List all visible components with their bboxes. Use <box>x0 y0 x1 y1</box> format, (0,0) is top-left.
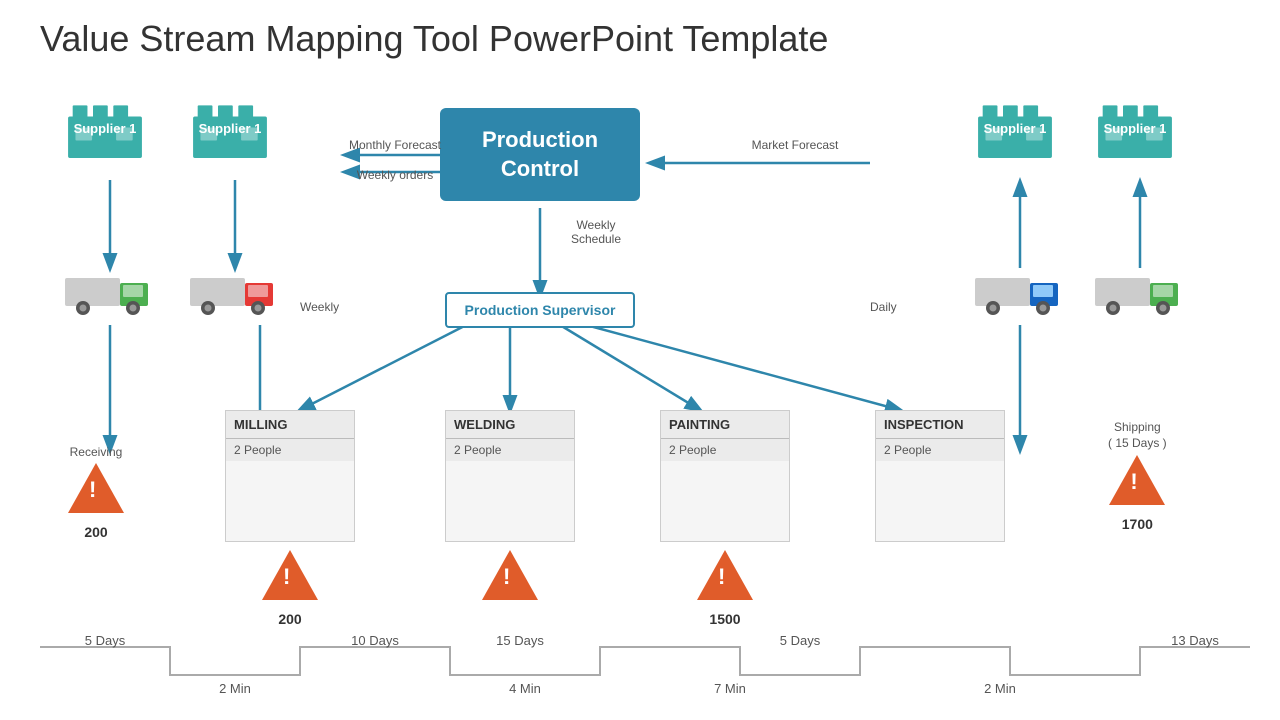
painting-people: 2 People <box>661 439 789 461</box>
timeline-mins-2: 7 Min <box>714 681 746 696</box>
timeline-days-1: 10 Days <box>351 635 399 648</box>
painting-warning-icon <box>697 550 753 600</box>
welding-box: WELDING 2 People <box>445 410 575 605</box>
milling-header: MILLING <box>226 411 354 439</box>
truck-right-2 <box>1095 268 1185 328</box>
timeline-days-4: 13 Days <box>1171 635 1219 648</box>
timeline-mins-1: 4 Min <box>509 681 541 696</box>
milling-box: MILLING 2 People 200 <box>225 410 355 627</box>
welding-warning-icon <box>482 550 538 600</box>
shipping-value: 1700 <box>1108 516 1167 532</box>
inspection-header: INSPECTION <box>876 411 1004 439</box>
weekly-label: Weekly <box>300 300 339 314</box>
inspection-people: 2 People <box>876 439 1004 461</box>
supplier-left-1: Supplier 1 <box>65 98 145 137</box>
timeline-mins-0: 2 Min <box>219 681 251 696</box>
painting-body <box>661 461 789 541</box>
painting-warning-area: 1500 <box>660 550 790 627</box>
receiving-area: Receiving 200 <box>68 445 124 540</box>
diagram: Supplier 1 Supplier 1 Supplier 1 <box>0 90 1280 720</box>
timeline: 5 Days 10 Days 15 Days 5 Days 13 Days 2 … <box>40 635 1250 705</box>
daily-label: Daily <box>870 300 897 314</box>
market-forecast-label: Market Forecast <box>730 138 860 152</box>
weekly-schedule-label: Weekly Schedule <box>556 218 636 246</box>
truck-left-2 <box>190 268 280 328</box>
welding-body <box>446 461 574 541</box>
painting-box: PAINTING 2 People 1500 <box>660 410 790 627</box>
shipping-warning-icon <box>1109 455 1165 505</box>
weekly-orders-label: Weekly orders <box>345 168 445 182</box>
truck-right-1 <box>975 268 1065 328</box>
arrows-layer <box>0 90 1280 720</box>
supplier-right-1: Supplier 1 <box>975 98 1055 137</box>
receiving-label: Receiving <box>68 445 124 459</box>
supplier-left-2: Supplier 1 <box>190 98 270 137</box>
milling-warning-area: 200 <box>225 550 355 627</box>
shipping-label: Shipping ( 15 Days ) <box>1108 420 1167 451</box>
timeline-mins-3: 2 Min <box>984 681 1016 696</box>
milling-people: 2 People <box>226 439 354 461</box>
page-title: Value Stream Mapping Tool PowerPoint Tem… <box>0 0 1280 60</box>
receiving-warning-icon <box>68 463 124 513</box>
inspection-body <box>876 461 1004 541</box>
welding-people: 2 People <box>446 439 574 461</box>
timeline-days-0: 5 Days <box>85 635 126 648</box>
timeline-days-2: 15 Days <box>496 635 544 648</box>
receiving-value: 200 <box>68 524 124 540</box>
painting-header: PAINTING <box>661 411 789 439</box>
welding-warning-area <box>445 550 575 605</box>
monthly-forecast-label: Monthly Forecast <box>345 138 445 152</box>
inspection-box: INSPECTION 2 People <box>875 410 1005 542</box>
supplier-right-2: Supplier 1 <box>1095 98 1175 137</box>
production-control-box: Production Control <box>440 108 640 201</box>
shipping-area: Shipping ( 15 Days ) 1700 <box>1108 420 1167 532</box>
milling-value: 200 <box>225 611 355 627</box>
timeline-days-3: 5 Days <box>780 635 821 648</box>
milling-warning-icon <box>262 550 318 600</box>
production-supervisor-box: Production Supervisor <box>445 292 635 328</box>
milling-body <box>226 461 354 541</box>
painting-value: 1500 <box>660 611 790 627</box>
welding-header: WELDING <box>446 411 574 439</box>
truck-left-1 <box>65 268 155 328</box>
